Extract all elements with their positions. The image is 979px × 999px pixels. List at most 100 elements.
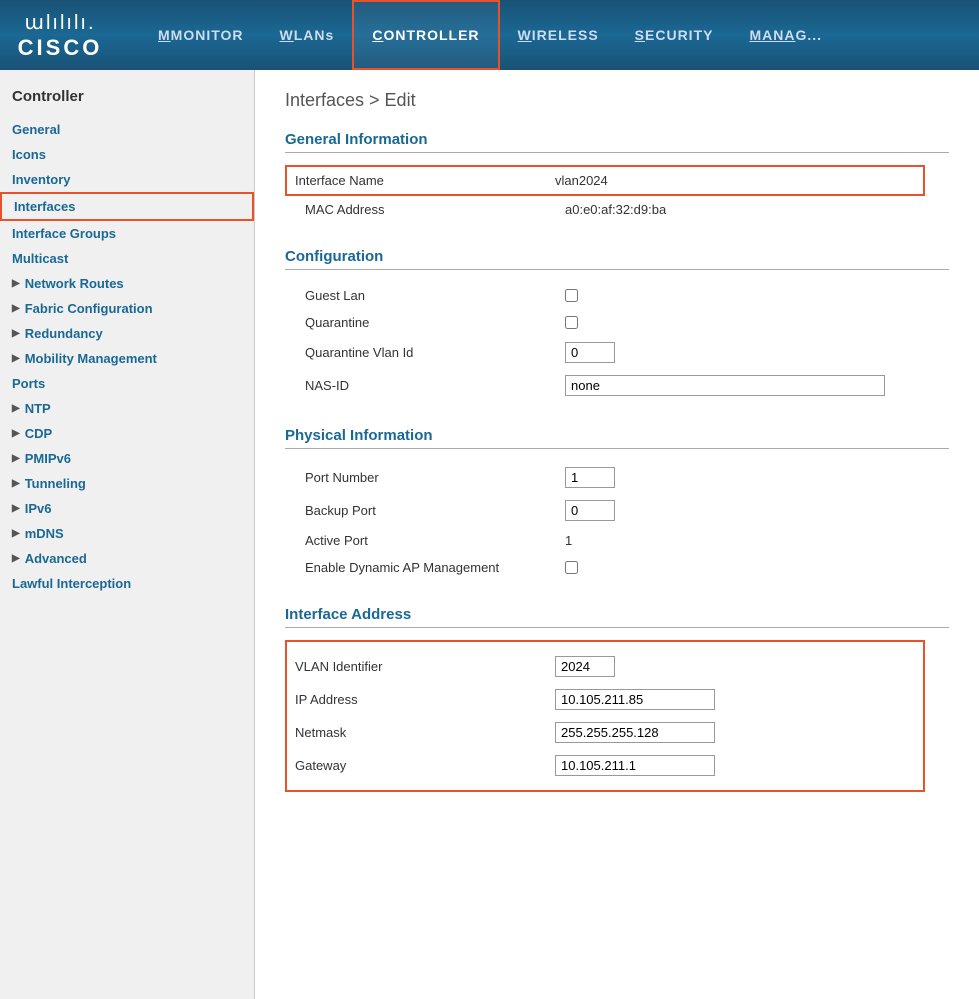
section-title-general-information: General Information — [285, 131, 949, 153]
port-number-row: Port Number — [305, 461, 949, 494]
quarantine-checkbox[interactable] — [565, 316, 578, 329]
arrow-icon: ▶ — [12, 353, 20, 364]
backup-port-label: Backup Port — [305, 503, 565, 518]
arrow-icon: ▶ — [12, 478, 20, 489]
active-port-value: 1 — [565, 533, 572, 548]
sidebar-item-tunneling[interactable]: ▶ Tunneling — [0, 471, 254, 496]
mac-address-row: MAC Address a0:e0:af:32:d9:ba — [305, 196, 949, 223]
vlan-id-label: VLAN Identifier — [295, 659, 555, 674]
nav-manage[interactable]: MANAG... — [731, 0, 840, 70]
section-configuration: Configuration Guest Lan Quarantine Quara… — [285, 248, 949, 402]
quarantine-label: Quarantine — [305, 315, 565, 330]
section-title-configuration: Configuration — [285, 248, 949, 270]
sidebar-label-ntp: NTP — [25, 401, 51, 416]
cisco-logo-icon: աlılılı. — [24, 10, 95, 35]
arrow-icon: ▶ — [12, 453, 20, 464]
port-number-input[interactable] — [565, 467, 615, 488]
nav-monitor[interactable]: MMONITOR — [140, 0, 262, 70]
logo-area: աlılılı. CISCO — [10, 10, 110, 61]
sidebar-item-advanced[interactable]: ▶ Advanced — [0, 546, 254, 571]
sidebar-label-general: General — [12, 122, 60, 137]
gateway-row: Gateway — [295, 749, 915, 782]
guest-lan-checkbox[interactable] — [565, 289, 578, 302]
nas-id-row: NAS-ID — [305, 369, 949, 402]
sidebar-item-mobility-management[interactable]: ▶ Mobility Management — [0, 346, 254, 371]
quarantine-vlan-id-row: Quarantine Vlan Id — [305, 336, 949, 369]
gateway-input[interactable] — [555, 755, 715, 776]
arrow-icon: ▶ — [12, 403, 20, 414]
sidebar-label-mdns: mDNS — [25, 526, 64, 541]
main-content: Interfaces > Edit General Information In… — [255, 70, 979, 999]
sidebar-item-fabric-configuration[interactable]: ▶ Fabric Configuration — [0, 296, 254, 321]
sidebar-title: Controller — [0, 80, 254, 117]
backup-port-input[interactable] — [565, 500, 615, 521]
quarantine-vlan-id-input[interactable] — [565, 342, 615, 363]
guest-lan-label: Guest Lan — [305, 288, 565, 303]
sidebar-item-ipv6[interactable]: ▶ IPv6 — [0, 496, 254, 521]
interface-address-box: VLAN Identifier IP Address Netmask Gatew… — [285, 640, 925, 792]
mac-address-label: MAC Address — [305, 202, 565, 217]
interface-name-value: vlan2024 — [555, 173, 608, 188]
cisco-logo-text: CISCO — [18, 35, 103, 61]
sidebar-label-advanced: Advanced — [25, 551, 87, 566]
nav-controller[interactable]: CONTROLLER — [352, 0, 499, 70]
interface-name-row: Interface Name vlan2024 — [285, 165, 925, 196]
sidebar-label-pmipv6: PMIPv6 — [25, 451, 71, 466]
guest-lan-row: Guest Lan — [305, 282, 949, 309]
nav-items: MMONITOR WLANs CONTROLLER WIRELESS SECUR… — [140, 0, 840, 70]
sidebar-item-lawful-interception[interactable]: Lawful Interception — [0, 571, 254, 596]
mac-address-value: a0:e0:af:32:d9:ba — [565, 202, 666, 217]
nav-wireless[interactable]: WIRELESS — [500, 0, 617, 70]
enable-dynamic-ap-checkbox[interactable] — [565, 561, 578, 574]
section-physical-information: Physical Information Port Number Backup … — [285, 427, 949, 581]
sidebar-label-inventory: Inventory — [12, 172, 71, 187]
arrow-icon: ▶ — [12, 328, 20, 339]
main-layout: Controller General Icons Inventory Inter… — [0, 70, 979, 999]
netmask-input[interactable] — [555, 722, 715, 743]
vlan-id-row: VLAN Identifier — [295, 650, 915, 683]
enable-dynamic-ap-label: Enable Dynamic AP Management — [305, 560, 565, 575]
section-interface-address: Interface Address VLAN Identifier IP Add… — [285, 606, 949, 792]
nas-id-label: NAS-ID — [305, 378, 565, 393]
active-port-row: Active Port 1 — [305, 527, 949, 554]
sidebar-item-mdns[interactable]: ▶ mDNS — [0, 521, 254, 546]
section-title-interface-address: Interface Address — [285, 606, 949, 628]
port-number-label: Port Number — [305, 470, 565, 485]
nas-id-input[interactable] — [565, 375, 885, 396]
sidebar-label-redundancy: Redundancy — [25, 326, 103, 341]
arrow-icon: ▶ — [12, 528, 20, 539]
interface-name-label: Interface Name — [295, 173, 555, 188]
arrow-icon: ▶ — [12, 503, 20, 514]
gateway-label: Gateway — [295, 758, 555, 773]
sidebar-item-network-routes[interactable]: ▶ Network Routes — [0, 271, 254, 296]
sidebar-item-icons[interactable]: Icons — [0, 142, 254, 167]
sidebar-label-cdp: CDP — [25, 426, 52, 441]
netmask-label: Netmask — [295, 725, 555, 740]
netmask-row: Netmask — [295, 716, 915, 749]
sidebar-label-lawful-interception: Lawful Interception — [12, 576, 131, 591]
sidebar-label-multicast: Multicast — [12, 251, 68, 266]
quarantine-row: Quarantine — [305, 309, 949, 336]
vlan-id-input[interactable] — [555, 656, 615, 677]
sidebar-item-multicast[interactable]: Multicast — [0, 246, 254, 271]
sidebar-item-interfaces[interactable]: Interfaces — [0, 192, 254, 221]
ip-address-input[interactable] — [555, 689, 715, 710]
arrow-icon: ▶ — [12, 553, 20, 564]
sidebar-item-pmipv6[interactable]: ▶ PMIPv6 — [0, 446, 254, 471]
sidebar-label-network-routes: Network Routes — [25, 276, 124, 291]
nav-wlans[interactable]: WLANs — [262, 0, 353, 70]
quarantine-vlan-id-label: Quarantine Vlan Id — [305, 345, 565, 360]
sidebar-item-interface-groups[interactable]: Interface Groups — [0, 221, 254, 246]
sidebar-item-inventory[interactable]: Inventory — [0, 167, 254, 192]
sidebar-item-redundancy[interactable]: ▶ Redundancy — [0, 321, 254, 346]
sidebar-item-cdp[interactable]: ▶ CDP — [0, 421, 254, 446]
sidebar-item-general[interactable]: General — [0, 117, 254, 142]
sidebar-item-ports[interactable]: Ports — [0, 371, 254, 396]
sidebar-label-interfaces: Interfaces — [14, 199, 75, 214]
sidebar-label-ipv6: IPv6 — [25, 501, 52, 516]
arrow-icon: ▶ — [12, 278, 20, 289]
sidebar-item-ntp[interactable]: ▶ NTP — [0, 396, 254, 421]
nav-security[interactable]: SECURITY — [617, 0, 732, 70]
sidebar-label-fabric-configuration: Fabric Configuration — [25, 301, 153, 316]
arrow-icon: ▶ — [12, 428, 20, 439]
